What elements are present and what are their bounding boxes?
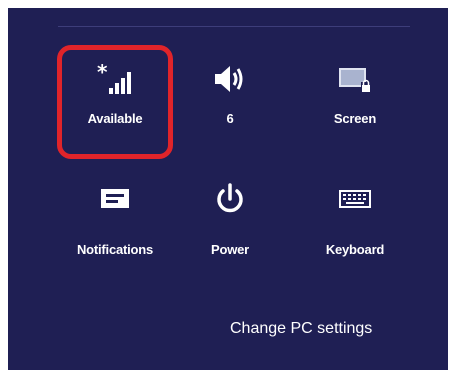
change-pc-settings-link[interactable]: Change PC settings	[230, 320, 372, 338]
power-icon	[175, 182, 285, 216]
power-label: Power	[210, 242, 249, 257]
keyboard-tile[interactable]: Keyboard	[300, 172, 410, 262]
notifications-tile[interactable]: Notifications	[60, 172, 170, 262]
notifications-label: Notifications	[76, 242, 154, 257]
screen-tile[interactable]: Screen	[300, 52, 410, 142]
highlight-box	[57, 45, 173, 159]
screen-icon	[300, 62, 410, 96]
volume-label: 6	[226, 111, 234, 126]
volume-icon	[175, 62, 285, 96]
divider	[58, 26, 410, 27]
power-tile[interactable]: Power	[175, 172, 285, 262]
screen-label: Screen	[333, 111, 377, 126]
notifications-icon	[60, 182, 170, 216]
keyboard-label: Keyboard	[325, 242, 385, 257]
volume-tile[interactable]: 6	[175, 52, 285, 142]
keyboard-icon	[300, 182, 410, 216]
